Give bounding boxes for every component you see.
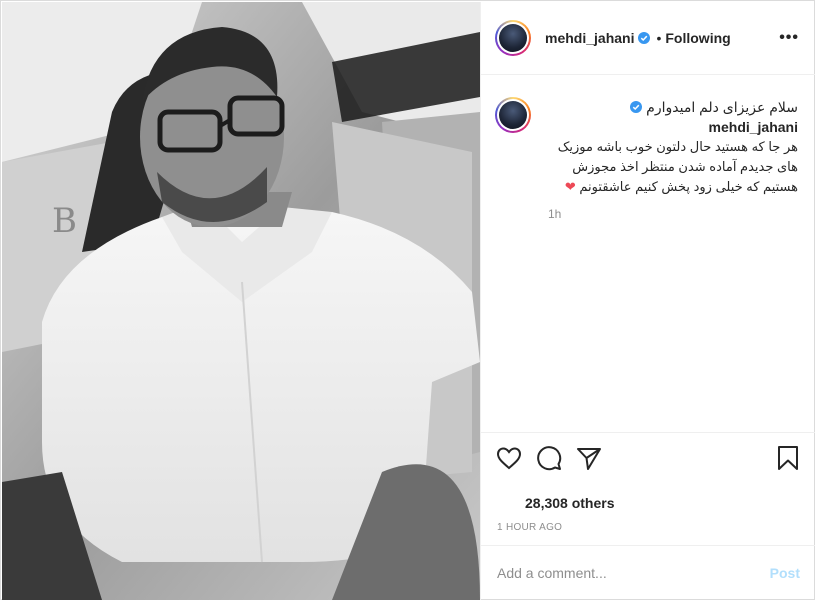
comment-bar: Post xyxy=(481,545,815,600)
svg-text:B: B xyxy=(52,201,77,241)
caption-username[interactable]: mehdi_jahani xyxy=(709,119,798,135)
post-comment-button[interactable]: Post xyxy=(770,565,800,581)
header-username[interactable]: mehdi_jahani xyxy=(545,30,634,46)
caption: سلام عزیزای دلم امیدوارم mehdi_jahani هر… xyxy=(481,75,815,221)
post-timestamp[interactable]: 1 HOUR AGO xyxy=(497,522,562,533)
caption-first-line: سلام عزیزای دلم امیدوارم mehdi_jahani xyxy=(548,97,798,137)
post-details-panel: mehdi_jahani • Following ••• سلام عزیزای… xyxy=(480,2,815,600)
likes-count-text: 28,308 others xyxy=(525,495,615,511)
avatar-frame xyxy=(497,22,529,54)
following-button[interactable]: Following xyxy=(665,30,730,46)
caption-text: هر جا که هستید حال دلتون خوب باشه موزیک … xyxy=(548,137,798,197)
caption-text-rest: هر جا که هستید حال دلتون خوب باشه موزیک … xyxy=(557,139,798,194)
caption-body: سلام عزیزای دلم امیدوارم mehdi_jahani هر… xyxy=(548,97,798,221)
post-photo[interactable]: B xyxy=(2,2,480,600)
comment-bubble-icon xyxy=(537,445,562,470)
avatar-image xyxy=(499,24,527,52)
verified-badge-icon xyxy=(638,32,651,44)
action-bar xyxy=(481,432,815,482)
comment-button[interactable] xyxy=(535,444,563,472)
likes-count[interactable]: 28,308 others xyxy=(525,495,615,511)
separator-dot: • xyxy=(656,30,662,46)
heart-emoji-icon: ❤ xyxy=(564,179,576,194)
caption-avatar[interactable] xyxy=(495,97,531,133)
bookmark-icon xyxy=(778,445,798,470)
caption-verified-badge-icon xyxy=(630,101,643,113)
post-modal: B mehdi_jahani • Following ••• سلام عزیز… xyxy=(0,0,815,600)
post-header: mehdi_jahani • Following ••• xyxy=(481,2,815,75)
like-button[interactable] xyxy=(495,444,523,472)
caption-age[interactable]: 1h xyxy=(548,207,798,221)
post-photo-image: B xyxy=(2,2,480,600)
heart-outline-icon xyxy=(496,446,522,469)
paper-plane-icon xyxy=(577,447,601,470)
caption-avatar-image xyxy=(499,101,527,129)
share-button[interactable] xyxy=(575,444,603,472)
caption-text-first: سلام عزیزای دلم امیدوارم xyxy=(646,99,798,115)
avatar[interactable] xyxy=(495,20,531,56)
more-options-icon[interactable]: ••• xyxy=(779,29,799,47)
comment-input[interactable] xyxy=(497,565,770,581)
caption-avatar-frame xyxy=(497,99,529,131)
save-button[interactable] xyxy=(774,444,802,472)
